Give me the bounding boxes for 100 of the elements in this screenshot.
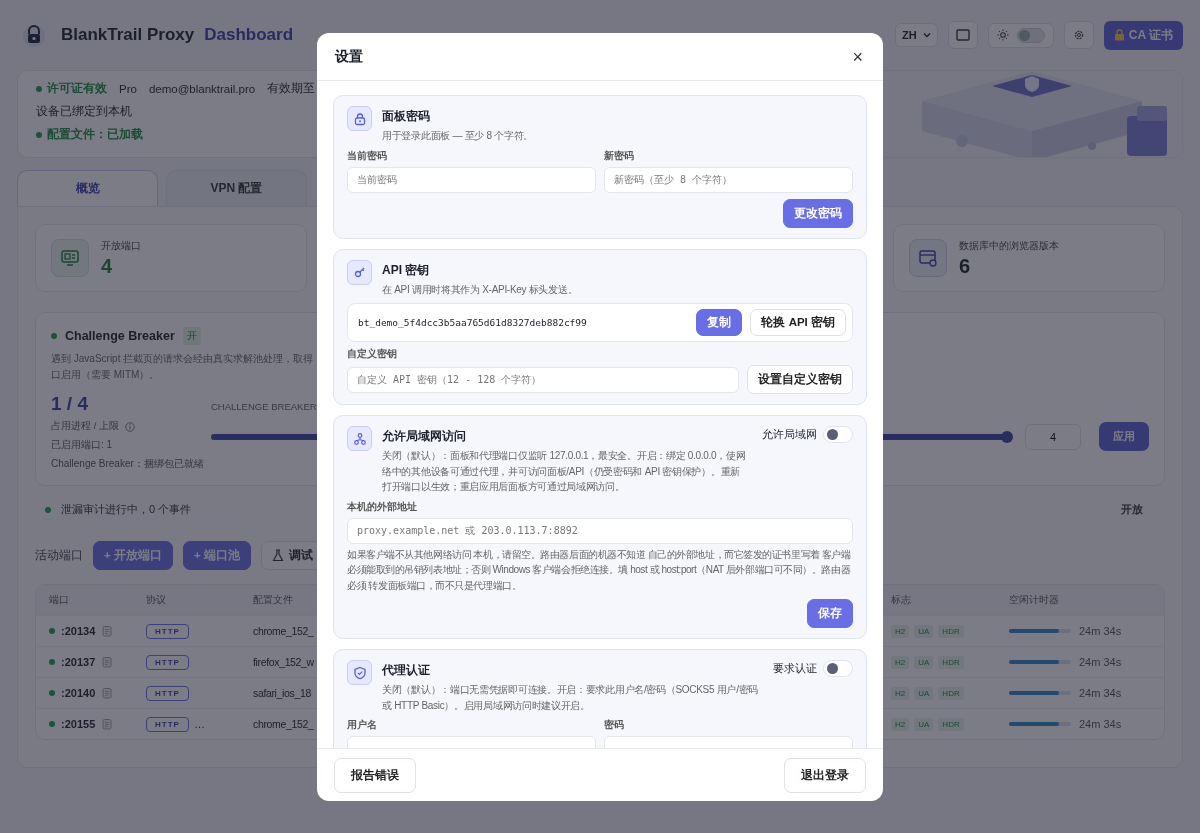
idle-time: 24m 34s — [1079, 718, 1122, 730]
flag-tag: H2 — [891, 717, 910, 731]
idle-bar — [1009, 629, 1071, 633]
theme-toggle[interactable] — [1016, 27, 1045, 43]
flag-tag: UA — [914, 655, 934, 669]
field-label: 自定义密钥 — [347, 348, 398, 361]
protocol-tag: HTTP — [146, 716, 189, 732]
button[interactable]: 轮换 API 密钥 — [750, 309, 846, 336]
idle-time: 24m 34s — [1079, 656, 1122, 668]
button[interactable]: 复制 — [696, 309, 743, 336]
slider-label: CHALLENGE BREAKER — [211, 401, 318, 412]
stat-value: 4 — [101, 254, 114, 278]
shield-icon — [352, 665, 367, 680]
port-number: :20140 — [61, 687, 96, 699]
flag-tag: H2 — [891, 655, 910, 669]
protocol-tag: HTTP — [146, 685, 189, 701]
tab[interactable]: VPN 配置 — [166, 170, 307, 206]
dialog-title: 设置 — [335, 47, 363, 66]
square-icon — [955, 29, 970, 41]
idle-time: 24m 34s — [1079, 625, 1122, 637]
card-title: Challenge Breaker — [65, 329, 175, 343]
card-description: 用于登录此面板 — 至少 8 个字符。 — [382, 129, 534, 143]
flag-tag: HDR — [938, 686, 964, 700]
column-header: 协议 — [146, 593, 166, 605]
table-cell: firefox_152_w — [253, 656, 314, 668]
stat-value: 6 — [959, 254, 972, 278]
enabled-ports: 已启用端口: 1 — [51, 438, 114, 452]
flag-tag: HDR — [938, 717, 964, 731]
status-tag: 开 — [182, 327, 201, 345]
audit-status: 泄漏审计进行中，0 个事件 — [61, 502, 192, 517]
toggle-label: 要求认证 — [773, 661, 817, 676]
card-title: API 密钥 — [382, 261, 431, 279]
license-email: demo@blanktrail.pro — [148, 82, 256, 95]
device-status: 设备已绑定到本机 — [36, 104, 132, 119]
button[interactable]: 设置自定义密钥 — [747, 365, 853, 394]
input-field[interactable]: 新密码（至少 8 个字符） — [604, 166, 853, 193]
license-plan: Pro — [119, 82, 137, 95]
api-key-value: bt_demo_5f4dcc3b5aa765d61d8327deb882cf99 — [358, 317, 588, 328]
table-cell: chrome_152_ — [253, 718, 314, 730]
button[interactable]: 报告错误 — [334, 757, 416, 793]
app-subtitle: Dashboard — [204, 25, 294, 45]
layout-button[interactable] — [947, 21, 978, 49]
settings-icon — [1072, 29, 1085, 41]
card-description: 关闭（默认）：面板和代理端口仅监听 127.0.0.1，最安全。开启：绑定 0.0.0.0，使网络中的其他设备可通过代理，并可访问面板/API（仍受密码和 API 密钥保护）。重新打开端口以生效；重启应用后面板方可通过局域网访问。 — [382, 449, 747, 494]
copy-icon[interactable] — [101, 656, 114, 668]
flag-tag: HDR — [938, 624, 964, 638]
ca-certificate-button[interactable]: CA 证书 — [1103, 20, 1183, 50]
audit-state: 开放 — [1121, 502, 1143, 517]
flag-tag: HDR — [938, 655, 964, 669]
protocol-tag: HTTP — [146, 654, 189, 670]
flag-tag: UA — [914, 624, 934, 638]
sun-icon — [996, 29, 1009, 41]
button[interactable]: 更改密码 — [783, 198, 853, 228]
license-expiry: 有效期至 — [267, 81, 316, 96]
tab[interactable]: 概览 — [17, 170, 158, 206]
button[interactable]: 保存 — [807, 599, 853, 628]
column-header: 空闲计时器 — [1009, 593, 1059, 605]
browser-window-icon — [918, 248, 938, 268]
field-label: 密码 — [604, 719, 625, 732]
idle-bar — [1009, 691, 1071, 695]
copy-icon[interactable] — [101, 687, 114, 699]
settings-button[interactable] — [1063, 21, 1094, 49]
input-field[interactable]: proxy.example.net 或 203.0.113.7:8892 — [347, 517, 853, 544]
protocol-tag: HTTP — [146, 623, 189, 639]
help-text: 如果客户端不从其他网络访问 本机，请留空。路由器后面的机器不知道 自己的外部地址，而它签发的证书里写着 客户端必须能取到的吊销列表地址；否则 Windows 客户端会拒绝连接。填 host 或 host:port（NAT 后外部端口可不同）。路由器必须 转发面板端口，而不只是代理端口。 — [347, 547, 852, 593]
flag-tag: H2 — [891, 686, 910, 700]
field-label: 新密码 — [604, 149, 635, 163]
flag-tag: UA — [914, 686, 934, 700]
port-number: :20134 — [61, 625, 96, 637]
more-text: … — [193, 718, 205, 730]
apply-button[interactable]: 应用 — [1099, 422, 1149, 451]
number-input[interactable]: 4 — [1025, 423, 1081, 450]
copy-icon[interactable] — [101, 625, 114, 637]
field-label: 本机的外部地址 — [347, 500, 418, 514]
copy-icon[interactable] — [101, 718, 114, 730]
toggle-switch[interactable] — [823, 426, 853, 443]
column-header: 端口 — [49, 593, 69, 605]
monitor-icon — [60, 248, 80, 268]
idle-bar — [1009, 722, 1071, 726]
lock-icon — [352, 111, 367, 126]
info-icon — [124, 421, 135, 432]
field-label: 当前密码 — [347, 149, 388, 163]
license-status: 许可证有效 — [47, 81, 107, 96]
status-dot — [36, 131, 42, 138]
card-title: 代理认证 — [382, 662, 431, 679]
port-number: :20137 — [61, 656, 96, 668]
stat-label: 数据库中的浏览器版本 — [959, 238, 1059, 253]
close-button[interactable]: × — [850, 47, 865, 66]
input-field[interactable]: 自定义 API 密钥（12 - 128 个字符） — [347, 366, 739, 393]
stat-label: 开放端口 — [101, 238, 141, 253]
table-cell: safari_ios_18 — [253, 687, 311, 699]
logo-icon — [21, 22, 47, 48]
table-cell: chrome_152_ — [253, 625, 314, 637]
input-field[interactable]: 当前密码 — [347, 166, 596, 193]
language-select[interactable]: ZH — [895, 23, 938, 47]
key-icon — [352, 265, 367, 279]
card-description: 关闭（默认）：端口无需凭据即可连接。开启：要求此用户名/密码（SOCKS5 用户/密码或 HTTP Basic）。启用局域网访问时建议开启。 — [382, 683, 759, 713]
toggle-switch[interactable] — [823, 660, 853, 677]
section-label: 活动端口 — [35, 547, 83, 564]
button[interactable]: 退出登录 — [784, 757, 866, 793]
